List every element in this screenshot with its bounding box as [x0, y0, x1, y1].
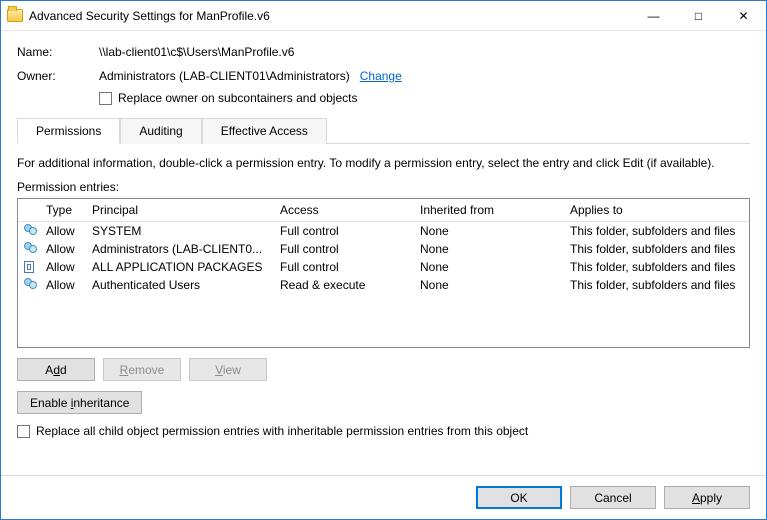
group-icon — [24, 278, 34, 292]
enable-inheritance-button[interactable]: Enable inheritance — [17, 391, 142, 414]
window-title: Advanced Security Settings for ManProfil… — [29, 9, 270, 23]
replace-owner-checkbox[interactable] — [99, 92, 112, 105]
cell: ALL APPLICATION PACKAGES — [86, 259, 274, 275]
replace-owner-row: Replace owner on subcontainers and objec… — [99, 91, 750, 105]
col-inherited[interactable]: Inherited from — [414, 199, 564, 221]
cell: Full control — [274, 241, 414, 257]
enable-inheritance-label: Enable inheritance — [30, 396, 129, 410]
permissions-panel: For additional information, double-click… — [17, 144, 750, 465]
cell: None — [414, 259, 564, 275]
name-label: Name: — [17, 45, 99, 59]
permission-entries-list[interactable]: Type Principal Access Inherited from App… — [17, 198, 750, 348]
col-access[interactable]: Access — [274, 199, 414, 221]
minimize-icon: ― — [648, 10, 660, 22]
minimize-button[interactable]: ― — [631, 1, 676, 30]
cell: None — [414, 223, 564, 239]
owner-label: Owner: — [17, 69, 99, 83]
info-text: For additional information, double-click… — [17, 156, 750, 170]
table-row[interactable]: AllowAuthenticated UsersRead & executeNo… — [18, 276, 749, 294]
cancel-button-label: Cancel — [594, 491, 631, 505]
change-owner-link[interactable]: Change — [360, 69, 402, 83]
ok-button-label: OK — [510, 491, 527, 505]
maximize-icon: □ — [695, 10, 702, 22]
cell: Allow — [40, 277, 86, 293]
cell: This folder, subfolders and files — [564, 259, 749, 275]
cell: Full control — [274, 223, 414, 239]
titlebar: Advanced Security Settings for ManProfil… — [1, 1, 766, 31]
list-header: Type Principal Access Inherited from App… — [18, 199, 749, 222]
cell: Administrators (LAB-CLIENT0... — [86, 241, 274, 257]
tab-permissions[interactable]: Permissions — [17, 118, 120, 144]
tab-effective-access[interactable]: Effective Access — [202, 118, 327, 144]
view-button-label: View — [215, 363, 241, 377]
close-button[interactable]: ✕ — [721, 1, 766, 30]
cell: Allow — [40, 259, 86, 275]
entries-label: Permission entries: — [17, 180, 750, 194]
name-row: Name: \\lab-client01\c$\Users\ManProfile… — [17, 45, 750, 59]
replace-all-row: Replace all child object permission entr… — [17, 424, 750, 438]
package-icon — [24, 261, 34, 273]
col-principal[interactable]: Principal — [86, 199, 274, 221]
add-button[interactable]: Add — [17, 358, 95, 381]
replace-owner-label: Replace owner on subcontainers and objec… — [118, 91, 357, 105]
tabstrip: Permissions Auditing Effective Access — [17, 117, 750, 144]
cell: This folder, subfolders and files — [564, 277, 749, 293]
dialog-window: Advanced Security Settings for ManProfil… — [0, 0, 767, 520]
dialog-footer: OK Cancel Apply — [1, 475, 766, 519]
add-button-label: Add — [45, 363, 66, 377]
cell: None — [414, 277, 564, 293]
remove-button[interactable]: Remove — [103, 358, 181, 381]
col-type[interactable]: Type — [40, 199, 86, 221]
cell: Authenticated Users — [86, 277, 274, 293]
close-icon: ✕ — [738, 10, 748, 22]
cell: This folder, subfolders and files — [564, 223, 749, 239]
cell: Allow — [40, 241, 86, 257]
name-value: \\lab-client01\c$\Users\ManProfile.v6 — [99, 45, 294, 59]
cell: Read & execute — [274, 277, 414, 293]
cancel-button[interactable]: Cancel — [570, 486, 656, 509]
ok-button[interactable]: OK — [476, 486, 562, 509]
table-row[interactable]: AllowSYSTEMFull controlNoneThis folder, … — [18, 222, 749, 240]
folder-icon — [7, 9, 23, 22]
replace-all-checkbox[interactable] — [17, 425, 30, 438]
tab-effective-label: Effective Access — [221, 124, 308, 138]
table-row[interactable]: AllowAdministrators (LAB-CLIENT0...Full … — [18, 240, 749, 258]
cell: None — [414, 241, 564, 257]
replace-all-label: Replace all child object permission entr… — [36, 424, 528, 438]
maximize-button[interactable]: □ — [676, 1, 721, 30]
owner-value: Administrators (LAB-CLIENT01\Administrat… — [99, 69, 350, 83]
owner-row: Owner: Administrators (LAB-CLIENT01\Admi… — [17, 69, 750, 83]
tab-permissions-label: Permissions — [36, 124, 101, 138]
apply-button-label: Apply — [692, 491, 722, 505]
tab-auditing[interactable]: Auditing — [120, 118, 201, 144]
col-applies[interactable]: Applies to — [564, 199, 749, 221]
table-row[interactable]: AllowALL APPLICATION PACKAGESFull contro… — [18, 258, 749, 276]
cell: Full control — [274, 259, 414, 275]
tab-auditing-label: Auditing — [139, 124, 182, 138]
apply-button[interactable]: Apply — [664, 486, 750, 509]
group-icon — [24, 224, 34, 238]
cell: This folder, subfolders and files — [564, 241, 749, 257]
remove-button-label: Remove — [120, 363, 165, 377]
cell: SYSTEM — [86, 223, 274, 239]
group-icon — [24, 242, 34, 256]
cell: Allow — [40, 223, 86, 239]
view-button[interactable]: View — [189, 358, 267, 381]
